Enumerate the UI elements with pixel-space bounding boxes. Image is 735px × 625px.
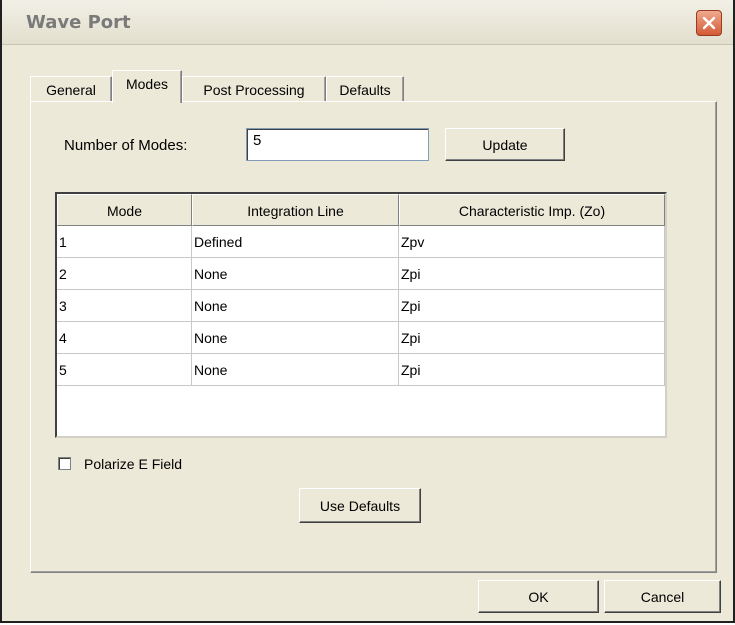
table-row: 5 None Zpi xyxy=(57,354,665,386)
cell-characteristic-impedance[interactable]: Zpi xyxy=(399,322,665,354)
cell-integration-line[interactable]: Defined xyxy=(192,226,399,258)
number-of-modes-input[interactable]: 5 xyxy=(246,128,429,161)
close-icon xyxy=(702,16,716,30)
cell-integration-line[interactable]: None xyxy=(192,290,399,322)
tab-defaults[interactable]: Defaults xyxy=(326,76,404,102)
cell-integration-line[interactable]: None xyxy=(192,322,399,354)
table-row: 1 Defined Zpv xyxy=(57,226,665,258)
cell-characteristic-impedance[interactable]: Zpi xyxy=(399,354,665,386)
column-header-integration-line[interactable]: Integration Line xyxy=(192,194,399,226)
cell-mode[interactable]: 1 xyxy=(57,226,192,258)
cell-integration-line[interactable]: None xyxy=(192,354,399,386)
window-title: Wave Port xyxy=(26,12,131,33)
cancel-button[interactable]: Cancel xyxy=(604,580,721,613)
cell-mode[interactable]: 2 xyxy=(57,258,192,290)
column-header-mode[interactable]: Mode xyxy=(57,194,192,226)
cell-mode[interactable]: 4 xyxy=(57,322,192,354)
update-button[interactable]: Update xyxy=(445,128,565,161)
number-of-modes-label: Number of Modes: xyxy=(64,137,188,154)
cell-mode[interactable]: 3 xyxy=(57,290,192,322)
cell-integration-line[interactable]: None xyxy=(192,258,399,290)
polarize-e-field-checkbox[interactable] xyxy=(58,457,71,470)
column-header-characteristic-impedance[interactable]: Characteristic Imp. (Zo) xyxy=(399,194,665,226)
polarize-e-field-label[interactable]: Polarize E Field xyxy=(84,456,182,472)
close-button[interactable] xyxy=(696,10,722,36)
ok-button[interactable]: OK xyxy=(478,580,599,613)
tab-post-processing[interactable]: Post Processing xyxy=(182,76,326,102)
tab-modes[interactable]: Modes xyxy=(112,70,182,103)
title-bar: Wave Port xyxy=(2,0,733,45)
modes-table: Mode Integration Line Characteristic Imp… xyxy=(55,192,667,438)
table-row: 2 None Zpi xyxy=(57,258,665,290)
cell-characteristic-impedance[interactable]: Zpi xyxy=(399,258,665,290)
dialog-window: Wave Port General Modes Post Processing … xyxy=(0,0,735,623)
table-row: 4 None Zpi xyxy=(57,322,665,354)
cell-mode[interactable]: 5 xyxy=(57,354,192,386)
use-defaults-button[interactable]: Use Defaults xyxy=(299,488,421,523)
cell-characteristic-impedance[interactable]: Zpv xyxy=(399,226,665,258)
cell-characteristic-impedance[interactable]: Zpi xyxy=(399,290,665,322)
table-row: 3 None Zpi xyxy=(57,290,665,322)
tab-general[interactable]: General xyxy=(30,76,112,102)
